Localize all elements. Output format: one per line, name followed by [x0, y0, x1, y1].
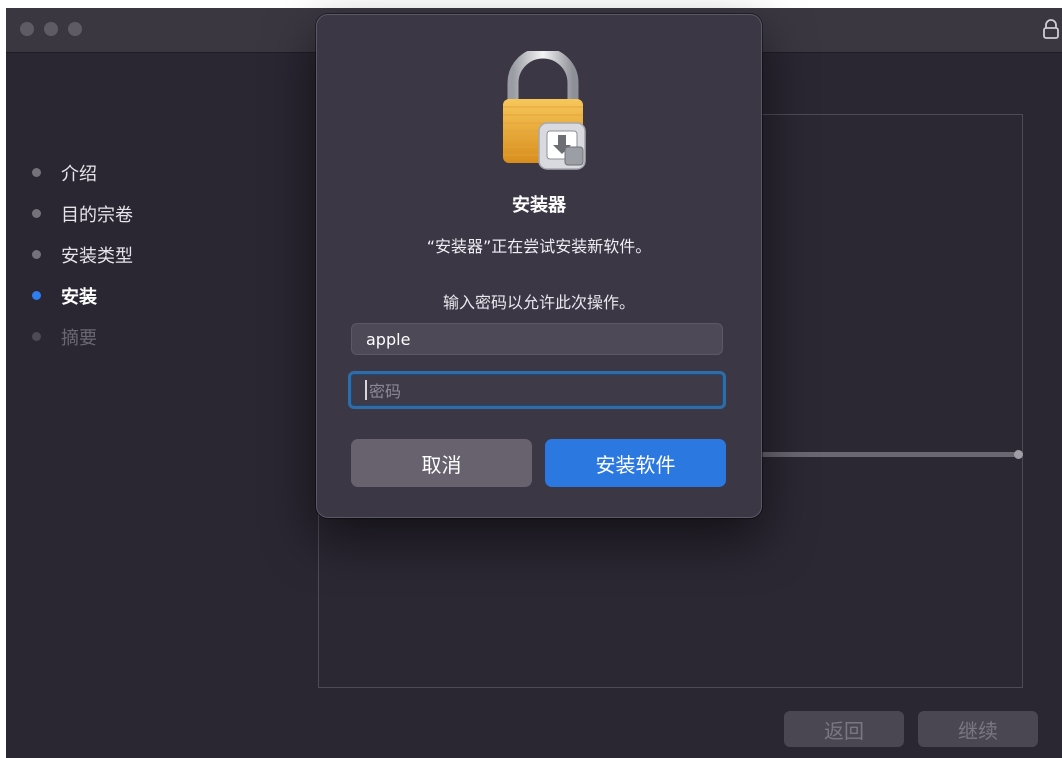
step-summary: 摘要	[32, 316, 133, 357]
step-bullet	[32, 332, 41, 341]
step-bullet	[32, 250, 41, 259]
back-button[interactable]: 返回	[784, 711, 904, 747]
dialog-message: “安装器”正在尝试安装新软件。	[426, 237, 652, 256]
step-label: 目的宗卷	[61, 204, 133, 226]
zoom-window-button[interactable]	[68, 22, 82, 36]
password-field[interactable]: 密码	[348, 371, 726, 409]
lock-icon	[1043, 19, 1059, 39]
username-value: apple	[366, 329, 411, 349]
step-label: 安装类型	[61, 245, 133, 267]
dialog-title: 安装器	[512, 195, 566, 216]
step-label: 摘要	[61, 327, 97, 349]
dialog-prompt: 输入密码以允许此次操作。	[442, 293, 635, 312]
text-cursor	[365, 380, 367, 400]
progress-end	[1014, 450, 1023, 459]
installer-steps-sidebar: 介绍 目的宗卷 安装类型 安装 摘要	[32, 152, 133, 357]
step-label: 安装	[61, 286, 97, 308]
step-install-type: 安装类型	[32, 234, 133, 275]
continue-button[interactable]: 继续	[918, 711, 1038, 747]
step-destination: 目的宗卷	[32, 193, 133, 234]
minimize-window-button[interactable]	[44, 22, 58, 36]
cancel-button[interactable]: 取消	[351, 439, 532, 487]
step-label: 介绍	[61, 163, 97, 185]
password-placeholder: 密码	[369, 382, 402, 401]
username-field[interactable]: apple	[351, 323, 723, 355]
step-installation: 安装	[32, 275, 133, 316]
step-bullet	[32, 168, 41, 177]
install-software-button[interactable]: 安装软件	[545, 439, 726, 487]
step-bullet-active	[32, 291, 41, 300]
step-introduction: 介绍	[32, 152, 133, 193]
lock-installer-icon	[503, 51, 586, 170]
close-window-button[interactable]	[20, 22, 34, 36]
authentication-dialog: 安装器 “安装器”正在尝试安装新软件。 输入密码以允许此次操作。 apple 密…	[316, 14, 762, 518]
install-progress-bar	[759, 450, 1023, 459]
step-bullet	[32, 209, 41, 218]
